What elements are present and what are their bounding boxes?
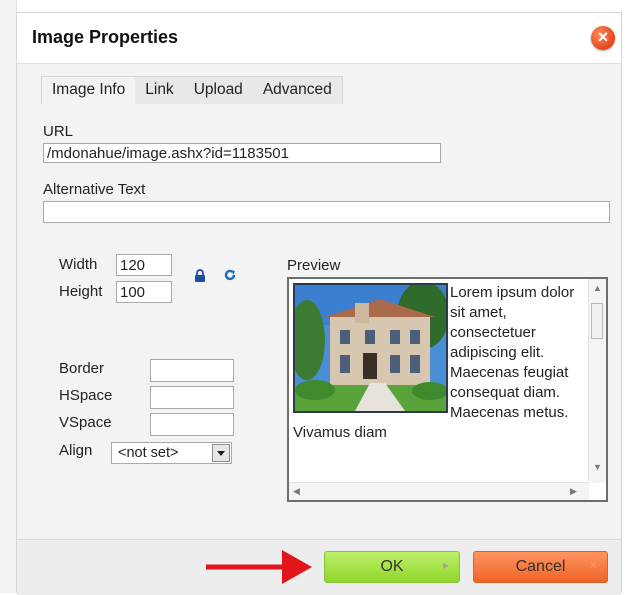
preview-horizontal-scrollbar[interactable]: ◀ ▶: [289, 482, 589, 500]
preview-house-image: [293, 283, 448, 413]
hspace-input[interactable]: [150, 386, 234, 409]
cancel-button-label: Cancel: [515, 558, 566, 575]
play-arrow-icon: ▸: [442, 558, 449, 572]
cancel-x-icon: ×: [589, 558, 597, 572]
url-input[interactable]: [43, 143, 441, 163]
lock-icon[interactable]: [193, 269, 207, 283]
align-label: Align: [59, 442, 93, 459]
cancel-button[interactable]: Cancel ×: [473, 551, 608, 583]
tab-upload[interactable]: Upload: [184, 77, 253, 104]
url-label: URL: [43, 123, 74, 140]
dialog-title: Image Properties: [32, 27, 179, 47]
scroll-left-icon[interactable]: ◀: [293, 486, 300, 497]
preview-vertical-scrollbar[interactable]: ▲ ▼: [588, 279, 606, 483]
tab-image-info[interactable]: Image Info: [42, 77, 136, 104]
tab-link[interactable]: Link: [135, 77, 183, 104]
border-input[interactable]: [150, 359, 234, 382]
align-select[interactable]: <not set>: [111, 442, 232, 464]
preview-box: Lorem ipsum dolor sit amet, consectetuer…: [287, 277, 608, 502]
scrollbar-thumb[interactable]: [591, 303, 603, 339]
ok-button-label: OK: [380, 558, 404, 575]
alt-text-input[interactable]: [43, 201, 610, 223]
scroll-up-icon[interactable]: ▲: [593, 283, 602, 293]
width-input[interactable]: [116, 254, 172, 276]
tab-bar: Image Info Link Upload Advanced: [41, 76, 343, 104]
red-arrow-annotation: [206, 550, 312, 584]
image-properties-dialog: Image Properties Image Info Link Upload …: [16, 12, 622, 595]
width-label: Width: [59, 256, 98, 273]
house-photo: [295, 285, 446, 411]
height-input[interactable]: [116, 281, 172, 303]
close-icon[interactable]: [591, 26, 615, 50]
dialog-titlebar: Image Properties: [17, 13, 621, 64]
chevron-down-icon[interactable]: [212, 444, 230, 462]
scroll-down-icon[interactable]: ▼: [593, 462, 602, 472]
image-info-panel: URL Alternative Text Width Height Border…: [35, 103, 621, 543]
border-label: Border: [59, 360, 105, 377]
height-label: Height: [59, 283, 103, 300]
scroll-right-icon[interactable]: ▶: [570, 486, 577, 497]
vspace-label: VSpace: [59, 414, 112, 431]
tab-advanced[interactable]: Advanced: [253, 77, 342, 104]
hspace-label: HSpace: [59, 387, 113, 404]
preview-label: Preview: [287, 257, 341, 274]
align-select-value: <not set>: [118, 445, 179, 461]
vspace-input[interactable]: [150, 413, 234, 436]
ok-button[interactable]: OK ▸: [324, 551, 460, 583]
page-background-edge: [0, 0, 17, 593]
preview-content: Lorem ipsum dolor sit amet, consectetuer…: [293, 283, 583, 443]
dialog-footer: OK ▸ Cancel ×: [17, 539, 621, 595]
alt-text-label: Alternative Text: [43, 181, 146, 198]
reset-size-icon[interactable]: [223, 268, 237, 282]
